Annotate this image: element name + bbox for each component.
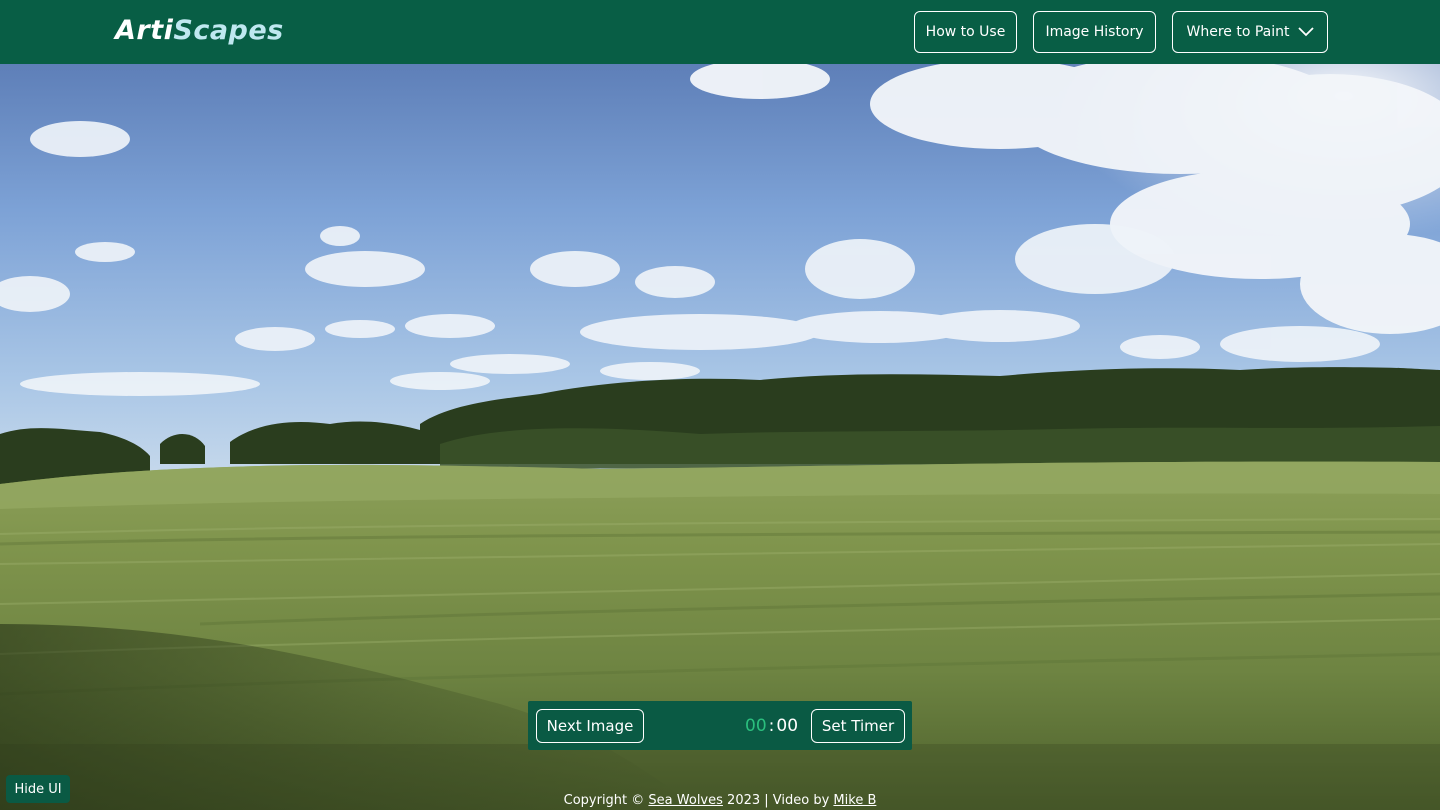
how-to-use-button[interactable]: How to Use xyxy=(914,11,1017,53)
image-controls-bar: Next Image 00:00 Set Timer xyxy=(528,701,912,750)
how-to-use-label: How to Use xyxy=(925,24,1006,40)
landscape-background-image xyxy=(0,64,1440,810)
year-credit-text: 2023 | Video by xyxy=(727,793,830,808)
sea-wolves-link[interactable]: Sea Wolves xyxy=(648,793,722,808)
where-to-paint-dropdown[interactable]: Where to Paint xyxy=(1172,11,1328,53)
chevron-down-icon xyxy=(1297,27,1314,37)
timer-display: 00:00 xyxy=(745,714,798,738)
brand-text-part2: Scapes xyxy=(173,15,284,46)
footer-credits: Copyright © Sea Wolves 2023 | Video by M… xyxy=(0,791,1440,810)
brand-text-part1: Arti xyxy=(115,15,174,46)
image-history-button[interactable]: Image History xyxy=(1033,11,1156,53)
next-image-label: Next Image xyxy=(546,717,634,735)
next-image-button[interactable]: Next Image xyxy=(536,709,644,743)
brand-logo[interactable]: ArtiScapes xyxy=(115,13,284,49)
timer-minutes: 00 xyxy=(745,716,767,736)
top-navbar: ArtiScapes How to Use Image History Wher… xyxy=(0,0,1440,64)
image-history-label: Image History xyxy=(1045,24,1144,40)
timer-seconds: 00 xyxy=(776,716,799,736)
mike-b-link[interactable]: Mike B xyxy=(833,793,876,808)
copyright-text: Copyright © xyxy=(563,793,645,808)
set-timer-label: Set Timer xyxy=(821,717,895,735)
app-page: ArtiScapes How to Use Image History Wher… xyxy=(0,0,1440,810)
set-timer-button[interactable]: Set Timer xyxy=(811,709,905,743)
where-to-paint-label: Where to Paint xyxy=(1186,24,1290,40)
timer-separator: : xyxy=(768,716,775,736)
